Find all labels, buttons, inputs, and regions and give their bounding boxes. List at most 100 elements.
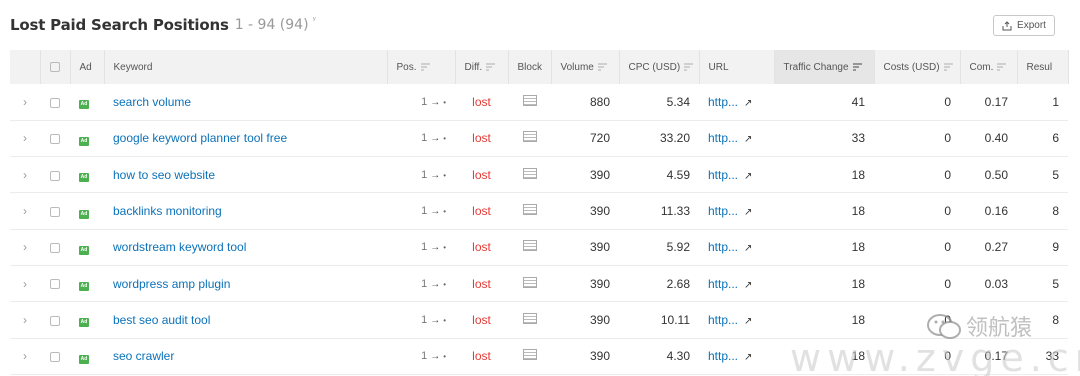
chevron-right-icon[interactable]: › [10, 120, 40, 156]
export-button[interactable]: Export [993, 15, 1055, 36]
column-cpc[interactable]: CPC (USD) [619, 50, 700, 84]
external-link-icon[interactable]: ↗ [744, 243, 752, 254]
table-row[interactable]: › Ad how to seo website 1 → • lost 390 4.59 http.… [10, 157, 1068, 193]
url-link[interactable]: http... ↗ [699, 84, 774, 120]
keyword-link[interactable]: seo crawler [104, 338, 387, 374]
sort-filter-icon[interactable] [420, 63, 430, 71]
url-text[interactable]: http... [708, 95, 738, 109]
chevron-right-icon[interactable]: › [10, 338, 40, 374]
column-pos[interactable]: Pos. [387, 50, 456, 84]
url-link[interactable]: http... ↗ [699, 157, 774, 193]
row-checkbox[interactable] [40, 157, 70, 193]
keyword-link[interactable]: backlinks monitoring [104, 193, 387, 229]
diff-status: lost [472, 94, 491, 109]
url-link[interactable]: http... ↗ [699, 229, 774, 265]
traffic-change-value: 41 [851, 94, 865, 109]
block-snippet-icon[interactable] [508, 338, 551, 374]
position-lost-icon: • [443, 207, 446, 217]
chevron-right-icon[interactable]: › [10, 265, 40, 301]
sort-filter-icon[interactable] [684, 63, 694, 71]
table-row[interactable]: › Ad google keyword planner tool free 1 → • lo… [10, 120, 1068, 157]
block-snippet-icon[interactable] [508, 193, 551, 229]
block-snippet-icon[interactable] [508, 84, 551, 120]
keyword-link[interactable]: best seo audit tool [104, 302, 387, 338]
url-text[interactable]: http... [708, 204, 738, 218]
chevron-right-icon[interactable]: › [10, 193, 40, 229]
chevron-right-icon[interactable]: › [10, 84, 40, 120]
keyword-link[interactable]: wordpress amp plugin [104, 265, 387, 301]
select-all-checkbox[interactable] [40, 50, 71, 84]
column-costs[interactable]: Costs (USD) [874, 50, 961, 84]
external-link-icon[interactable]: ↗ [744, 316, 752, 327]
costs-value: 0 [944, 276, 951, 291]
row-checkbox[interactable] [40, 302, 70, 338]
column-diff[interactable]: Diff. [455, 50, 509, 84]
column-keyword[interactable]: Keyword [104, 50, 388, 84]
traffic-change-value: 18 [851, 312, 865, 327]
keyword-link[interactable]: how to seo website [104, 157, 387, 193]
external-link-icon[interactable]: ↗ [744, 98, 752, 109]
row-checkbox[interactable] [40, 84, 70, 120]
url-text[interactable]: http... [708, 131, 738, 145]
block-snippet-icon[interactable] [508, 265, 551, 301]
page-title: Lost Paid Search Positions [10, 16, 229, 34]
table-row[interactable]: › Ad best seo audit tool 1 → • lost 390 10.11 htt… [10, 302, 1068, 339]
external-link-icon[interactable]: ↗ [744, 134, 752, 145]
row-checkbox[interactable] [40, 265, 70, 301]
arrow-right-icon: → [430, 278, 441, 290]
sort-filter-icon[interactable] [486, 63, 496, 71]
ad-badge-icon: Ad [79, 209, 89, 219]
keyword-link[interactable]: wordstream keyword tool [104, 229, 387, 265]
cpc-value: 5.92 [666, 240, 690, 255]
position-change: 1 → • [387, 157, 455, 193]
results-value: 9 [1052, 240, 1059, 255]
position-change: 1 → • [387, 265, 455, 301]
block-snippet-icon[interactable] [508, 120, 551, 156]
column-com[interactable]: Com. [960, 50, 1018, 84]
sort-filter-icon[interactable] [943, 63, 953, 71]
block-snippet-icon[interactable] [508, 229, 551, 265]
sort-filter-icon[interactable] [597, 63, 607, 71]
chevron-right-icon[interactable]: › [10, 302, 40, 338]
sort-desc-icon[interactable] [852, 63, 862, 71]
url-text[interactable]: http... [708, 313, 738, 327]
keyword-link[interactable]: search volume [104, 84, 387, 120]
url-link[interactable]: http... ↗ [699, 193, 774, 229]
block-snippet-icon[interactable] [508, 157, 551, 193]
row-checkbox[interactable] [40, 229, 70, 265]
url-text[interactable]: http... [708, 349, 738, 363]
sort-filter-icon[interactable] [997, 63, 1007, 71]
diff-status: lost [472, 131, 491, 146]
table-row[interactable]: › Ad backlinks monitoring 1 → • lost 390 11.33 ht… [10, 193, 1068, 230]
external-link-icon[interactable]: ↗ [744, 280, 752, 291]
table-row[interactable]: › Ad wordstream keyword tool 1 → • lost 390 5.92… [10, 229, 1068, 266]
chevron-right-icon[interactable]: › [10, 157, 40, 193]
row-checkbox[interactable] [40, 120, 70, 156]
external-link-icon[interactable]: ↗ [744, 207, 752, 218]
watermark-url: www.zvge.cn [790, 336, 1080, 376]
chevron-right-icon[interactable]: › [10, 229, 40, 265]
report-header: Lost Paid Search Positions 1 - 94 (94) ʸ [10, 14, 316, 36]
url-text[interactable]: http... [708, 240, 738, 254]
table-row[interactable]: › Ad wordpress amp plugin 1 → • lost 390 2.68 htt… [10, 265, 1068, 302]
column-results[interactable]: Resul [1017, 50, 1069, 84]
url-link[interactable]: http... ↗ [699, 120, 774, 156]
traffic-change-value: 33 [851, 131, 865, 146]
keyword-link[interactable]: google keyword planner tool free [104, 120, 387, 156]
url-text[interactable]: http... [708, 168, 738, 182]
position-change: 1 → • [387, 302, 455, 338]
column-traffic-change[interactable]: Traffic Change [774, 50, 875, 84]
column-volume[interactable]: Volume [551, 50, 620, 84]
ad-badge-icon: Ad [79, 245, 89, 255]
url-link[interactable]: http... ↗ [699, 338, 774, 374]
external-link-icon[interactable]: ↗ [744, 352, 752, 363]
external-link-icon[interactable]: ↗ [744, 171, 752, 182]
row-checkbox[interactable] [40, 193, 70, 229]
url-text[interactable]: http... [708, 277, 738, 291]
url-link[interactable]: http... ↗ [699, 265, 774, 301]
table-row[interactable]: › Ad search volume 1 → • lost 880 5.34 http... ↗ 41… [10, 84, 1068, 121]
block-snippet-icon[interactable] [508, 302, 551, 338]
row-checkbox[interactable] [40, 338, 70, 374]
url-link[interactable]: http... ↗ [699, 302, 774, 338]
diff-status: lost [472, 167, 491, 182]
